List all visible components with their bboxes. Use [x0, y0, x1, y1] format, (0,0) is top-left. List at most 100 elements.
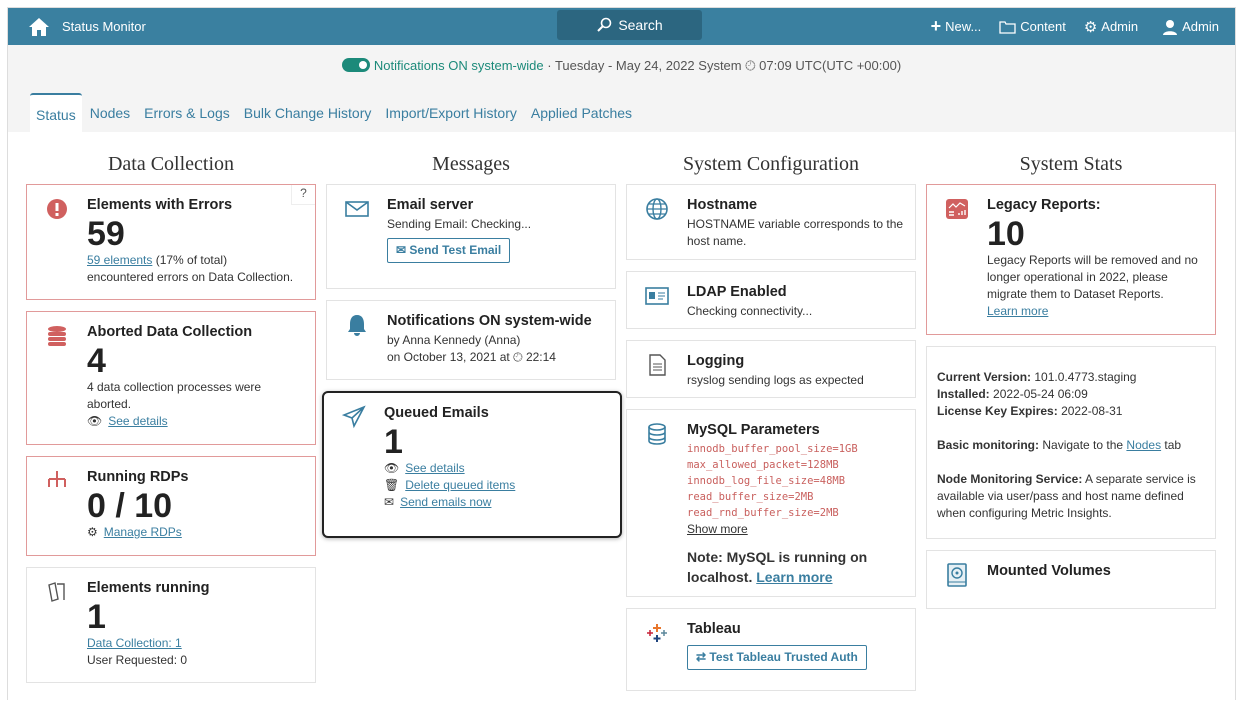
ldap-status: Checking connectivity... [687, 304, 813, 318]
card-title: Aborted Data Collection [87, 324, 253, 340]
eye-icon: 👁︎ [384, 461, 400, 475]
card-title: Elements with Errors [87, 197, 233, 213]
card-title: LDAP Enabled [687, 284, 787, 300]
notifications-status: Notifications ON system-wide [373, 58, 544, 73]
card-title: MySQL Parameters [687, 422, 820, 438]
nodes-link[interactable]: Nodes [1126, 438, 1161, 452]
user-menu-button[interactable]: Admin [1162, 19, 1219, 35]
aborted-description: 4 data collection processes were aborted… [87, 380, 262, 411]
data-collection-link[interactable]: Data Collection: 1 [87, 636, 182, 650]
email-status: Sending Email: Checking... [387, 217, 532, 231]
manage-rdps-link[interactable]: Manage RDPs [104, 524, 182, 541]
card-title: Legacy Reports: [987, 197, 1101, 213]
installed-date: 2022-05-24 06:09 [989, 387, 1088, 401]
status-line: Notifications ON system-wide · Tuesday -… [8, 58, 1235, 74]
test-tableau-auth-button[interactable]: ⇄ Test Tableau Trusted Auth [687, 645, 867, 670]
top-nav: Status Monitor Search + New... Content ⚙ A… [8, 8, 1235, 45]
legacy-description: Legacy Reports will be removed and no lo… [987, 253, 1198, 301]
search-icon [597, 17, 612, 32]
send-test-email-button[interactable]: ✉ Send Test Email [387, 238, 511, 263]
basic-text: Navigate to the [1039, 438, 1127, 452]
card-title: Hostname [687, 197, 758, 213]
search-button[interactable]: Search [557, 10, 702, 40]
tab-import-export-history[interactable]: Import/Export History [379, 93, 522, 133]
card-title: Tableau [687, 621, 741, 637]
system-time: 07:09 UTC(UTC +00:00) [759, 58, 902, 73]
tab-bulk-change-history[interactable]: Bulk Change History [238, 93, 378, 133]
send-emails-now-link[interactable]: Send emails now [400, 494, 491, 511]
cards-icon [48, 582, 65, 602]
card-title: Notifications ON system-wide [387, 313, 592, 329]
notifications-card: Notifications ON system-wide by Anna Ken… [326, 300, 616, 380]
clock-icon: 🕘︎ [745, 58, 756, 73]
mysql-param: read_buffer_size=2MB [687, 491, 814, 503]
legacy-reports-card: Legacy Reports: 10 Legacy Reports will b… [926, 184, 1216, 335]
envelope-icon: ✉ [396, 243, 407, 257]
column-heading: System Stats [1019, 153, 1123, 175]
error-icon [47, 199, 67, 219]
notifications-toggle[interactable] [341, 58, 370, 72]
column-heading: Data Collection [107, 153, 235, 175]
tab-applied-patches[interactable]: Applied Patches [525, 93, 638, 133]
see-details-link[interactable]: See details [405, 460, 464, 477]
paper-plane-icon [342, 405, 366, 429]
aborted-data-collection-card: Aborted Data Collection 4 4 data collect… [26, 311, 316, 445]
learn-more-link[interactable]: Learn more [987, 304, 1048, 318]
card-title: Queued Emails [384, 405, 489, 421]
errors-elements-link[interactable]: 59 elements [87, 253, 152, 267]
hostname-card: Hostname HOSTNAME variable corresponds t… [626, 184, 916, 260]
trash-icon: 🗑︎ [384, 478, 400, 492]
email-server-card: Email server Sending Email: Checking... … [326, 184, 616, 289]
tab-nodes[interactable]: Nodes [84, 93, 136, 133]
database-icon [648, 423, 666, 445]
mysql-card: MySQL Parameters innodb_buffer_pool_size… [626, 409, 916, 597]
tableau-icon [647, 624, 667, 642]
info-label: Node Monitoring Service: [937, 472, 1083, 486]
clock-icon: 🕘︎ [513, 350, 523, 364]
learn-more-link[interactable]: Learn more [756, 569, 832, 585]
tab-errors-logs[interactable]: Errors & Logs [138, 93, 236, 133]
eye-icon: 👁︎ [87, 414, 103, 428]
user-label: Admin [1182, 19, 1219, 34]
info-label: License Key Expires: [937, 404, 1058, 418]
system-configuration-column: System Configuration Hostname HOSTNAME v… [626, 153, 916, 702]
tab-bar: Status Nodes Errors & Logs Bulk Change H… [30, 93, 640, 133]
card-title: Running RDPs [87, 469, 189, 485]
column-heading: System Configuration [682, 153, 860, 175]
license-expiry: 2022-08-31 [1057, 404, 1123, 418]
running-count: 1 [87, 598, 106, 636]
tab-status[interactable]: Status [30, 93, 82, 133]
running-rdps-card: Running RDPs 0 / 10 ⚙ Manage RDPs [26, 456, 316, 556]
globe-icon [646, 198, 668, 220]
elements-running-card: Elements running 1 Data Collection: 1 Us… [26, 567, 316, 683]
help-icon[interactable]: ? [291, 185, 315, 205]
error-count: 59 [87, 215, 125, 253]
data-collection-column: Data Collection ? Elements with Errors 5… [26, 153, 316, 694]
envelope-icon [345, 201, 369, 217]
see-details-link[interactable]: See details [108, 413, 167, 430]
system-date: · Tuesday - May 24, 2022 System [547, 58, 742, 73]
delete-queued-link[interactable]: Delete queued items [405, 477, 515, 494]
sitemap-icon [48, 471, 66, 487]
card-title: Mounted Volumes [987, 563, 1111, 579]
notification-date: on October 13, 2021 at [387, 350, 510, 364]
content-button[interactable]: Content [999, 19, 1066, 34]
admin-label: Admin [1101, 19, 1139, 34]
elements-with-errors-card: ? Elements with Errors 59 59 elements (1… [26, 184, 316, 300]
home-link[interactable]: Status Monitor [28, 17, 146, 37]
new-button[interactable]: + New... [931, 16, 982, 37]
gear-icon: ⚙ [1083, 18, 1098, 36]
user-requested: User Requested: 0 [87, 653, 188, 667]
system-stats-column: System Stats Legacy Reports: 10 Legacy R… [926, 153, 1216, 620]
envelope-icon: ✉ [384, 495, 395, 509]
current-version: 101.0.4773.staging [1031, 370, 1137, 384]
user-icon [1163, 19, 1178, 35]
card-title: Email server [387, 197, 474, 213]
admin-settings-button[interactable]: ⚙ Admin [1084, 18, 1138, 36]
column-heading: Messages [432, 153, 510, 175]
notification-time: 22:14 [525, 350, 556, 364]
queued-count: 1 [384, 423, 403, 461]
messages-column: Messages Email server Sending Email: Che… [322, 153, 622, 549]
rdps-count: 0 / 10 [87, 487, 173, 525]
show-more-link[interactable]: Show more [687, 522, 748, 536]
